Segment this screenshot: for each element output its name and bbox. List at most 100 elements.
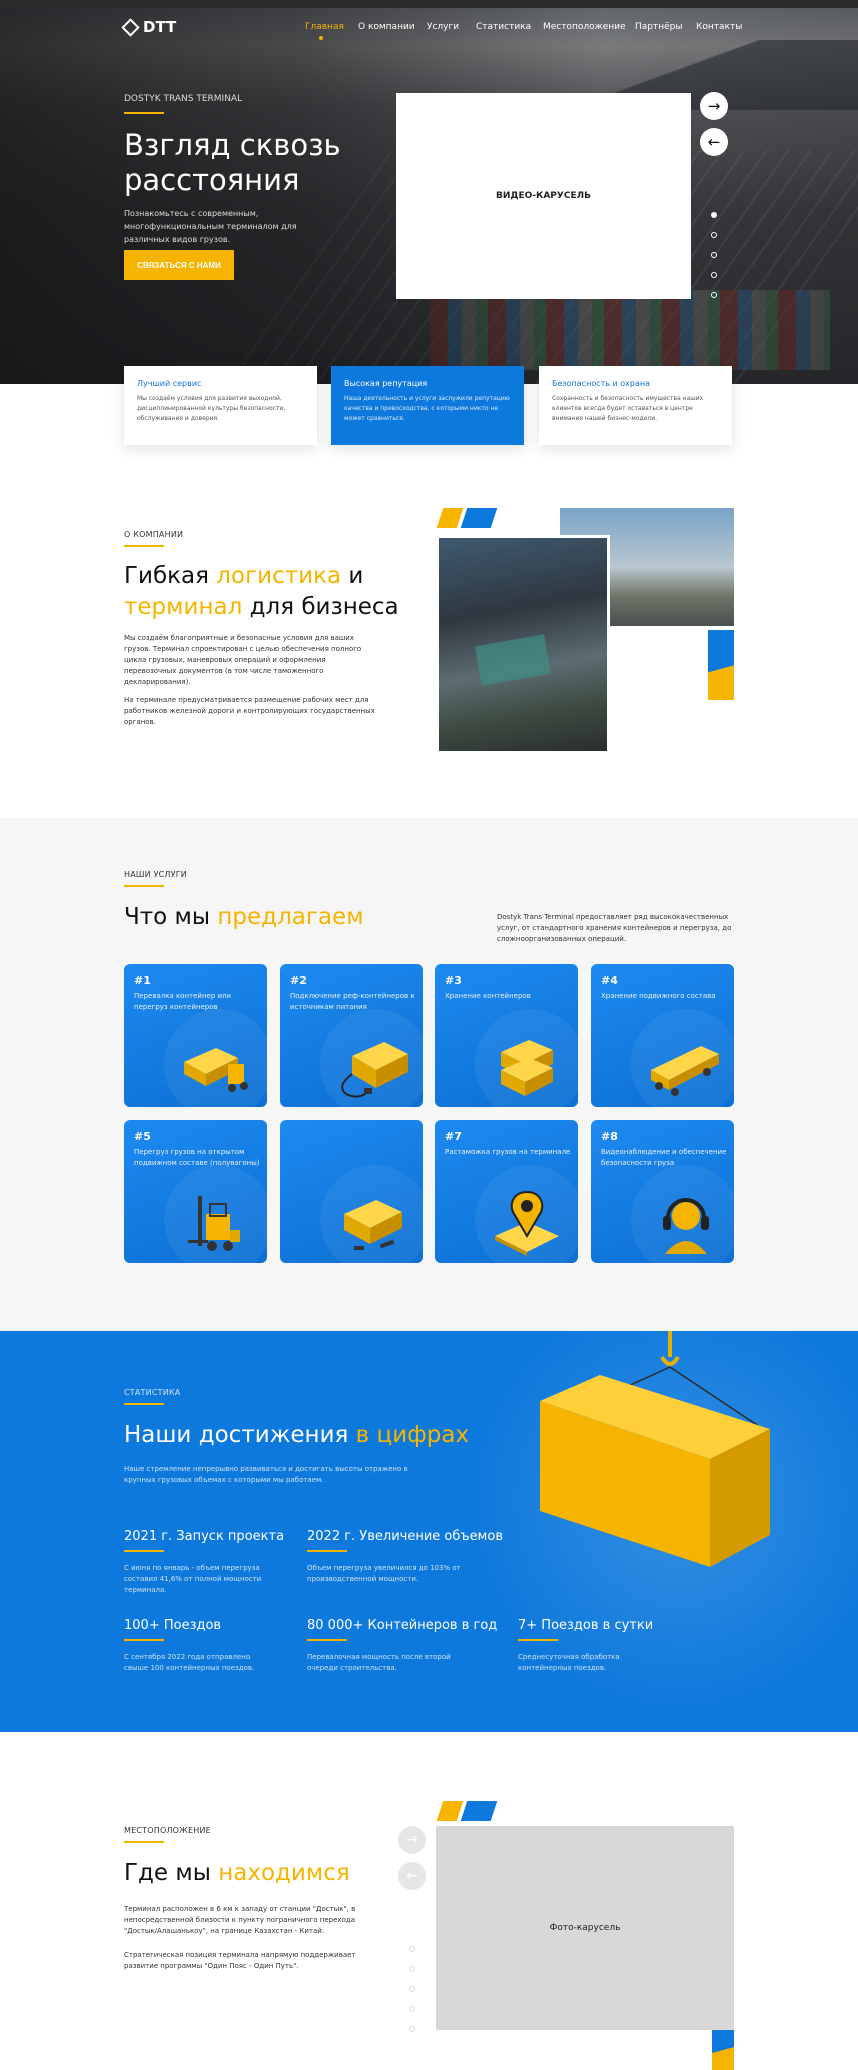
services-title: Что мы предлагаем xyxy=(124,902,444,933)
location-next-button[interactable]: → xyxy=(398,1826,426,1854)
railcar-icon xyxy=(651,1046,719,1096)
service-card-1[interactable]: #1 Перевалка контейнер или перегруз конт… xyxy=(124,964,267,1107)
services-underline xyxy=(124,885,164,887)
crane-container-illustration xyxy=(540,1331,770,1567)
location-pager-dot-3[interactable] xyxy=(409,1986,415,1992)
hero-next-button[interactable]: → xyxy=(700,92,728,120)
arrow-left-icon: ← xyxy=(406,1868,418,1884)
hero-eyebrow: DOSTYK TRANS TERMINAL xyxy=(124,94,243,104)
stat-underline xyxy=(124,1639,164,1641)
nav-about[interactable]: О компании xyxy=(358,22,415,32)
nav-active-dot xyxy=(319,36,323,40)
nav-services[interactable]: Услуги xyxy=(427,22,459,32)
feature-title: Безопасность и охрана xyxy=(552,379,651,388)
nav-partners[interactable]: Партнёры xyxy=(635,22,682,32)
service-title: Хранение подвижного состава xyxy=(601,992,716,1000)
location-prev-button[interactable]: ← xyxy=(398,1862,426,1890)
feature-text: Мы создаём условия для развития выходной… xyxy=(137,395,286,422)
stats-title-accent: в цифрах xyxy=(355,1422,470,1448)
arrow-right-icon: → xyxy=(707,97,721,115)
service-card-6[interactable] xyxy=(280,1120,423,1263)
contact-button[interactable]: СВЯЗАТЬСЯ С НАМИ xyxy=(124,250,234,280)
stat-text: Среднесуточная обработка контейнерных по… xyxy=(518,1653,620,1672)
location-pager-dot-2[interactable] xyxy=(409,1966,415,1972)
service-title: Подключение реф-контейнеров к источникам… xyxy=(290,992,415,1011)
stat-text: Перевалочная мощность после второй очере… xyxy=(307,1653,451,1672)
location-underline xyxy=(124,1841,164,1843)
service-title: Перевалка контейнер или перегруз контейн… xyxy=(134,992,232,1011)
nav-location[interactable]: Местоположение xyxy=(543,22,626,32)
service-card-5[interactable]: #5 Перегруз грузов на открытом подвижном… xyxy=(124,1120,267,1263)
accent-yellow-block xyxy=(436,1801,464,1821)
stat-heading: 80 000+ Контейнеров в год xyxy=(307,1618,498,1633)
location-pager-dot-5[interactable] xyxy=(409,2026,415,2032)
hero-prev-button[interactable]: ← xyxy=(700,128,728,156)
video-carousel[interactable]: ВИДЕО-КАРУСЕЛЬ xyxy=(396,93,691,299)
stat-text: Объем перегруза увеличился до 103% от пр… xyxy=(307,1564,461,1583)
hero-pager-dot-3[interactable] xyxy=(711,252,717,258)
container-tools-icon xyxy=(344,1200,402,1250)
service-number: #4 xyxy=(601,974,618,987)
service-card-8[interactable]: #8 Видеонаблюдение и обеспечение безопас… xyxy=(591,1120,734,1263)
location-paragraph-2: Стратегическая позиция терминала напряму… xyxy=(124,1951,356,1970)
service-title: Видеонаблюдение и обеспечение безопаснос… xyxy=(601,1148,727,1167)
nav-stats[interactable]: Статистика xyxy=(476,22,531,32)
location-pager-dot-4[interactable] xyxy=(409,2006,415,2012)
hero-pager-dot-2[interactable] xyxy=(711,232,717,238)
accent-blue-block xyxy=(460,508,498,528)
service-number: #8 xyxy=(601,1130,618,1143)
stats-description: Наше стремление непрерывно развиваться и… xyxy=(124,1465,408,1484)
about-title-part: для бизнеса xyxy=(242,594,399,620)
headset-icon xyxy=(663,1198,709,1254)
location-title-part: Где мы xyxy=(124,1860,219,1886)
service-card-4[interactable]: #4 Хранение подвижного состава xyxy=(591,964,734,1107)
photo-carousel[interactable]: Фото-карусель xyxy=(436,1826,734,2030)
forklift-container-icon xyxy=(184,1048,248,1092)
location-eyebrow: МЕСТОПОЛОЖЕНИЕ xyxy=(124,1826,211,1835)
arrow-right-icon: → xyxy=(406,1832,418,1848)
stats-title-part: Наши достижения xyxy=(124,1422,356,1448)
video-carousel-label: ВИДЕО-КАРУСЕЛЬ xyxy=(496,191,591,201)
feature-card-reputation: Высокая репутация Наша деятельность и ус… xyxy=(331,366,524,445)
stats-underline xyxy=(124,1403,164,1405)
stats-eyebrow: СТАТИСТИКА xyxy=(124,1388,181,1397)
about-paragraph-2: На терминале предусматривается размещени… xyxy=(124,696,375,726)
location-pin-icon xyxy=(495,1190,559,1256)
service-card-2[interactable]: #2 Подключение реф-контейнеров к источни… xyxy=(280,964,423,1107)
hero-subtitle: Познакомьтесь с современным, многофункци… xyxy=(124,209,297,244)
nav-home[interactable]: Главная xyxy=(305,22,344,32)
hero-pager-dot-5[interactable] xyxy=(711,292,717,298)
location-paragraph-1: Терминал расположен в 6 км к западу от с… xyxy=(124,1905,356,1935)
accent-corner-block xyxy=(708,630,734,700)
hero-eyebrow-underline xyxy=(124,112,164,114)
hero-pager-dot-4[interactable] xyxy=(711,272,717,278)
service-number: #7 xyxy=(445,1130,462,1143)
service-card-3[interactable]: #3 Хранение контейнеров xyxy=(435,964,578,1107)
about-underline xyxy=(124,545,164,547)
about-paragraph-1: Мы создаём благоприятные и безопасные ус… xyxy=(124,634,362,686)
hero-pager-dot-1[interactable] xyxy=(711,212,717,218)
service-title: Хранение контейнеров xyxy=(445,992,531,1000)
feature-card-service: Лучший сервис Мы создаём условия для раз… xyxy=(124,366,317,445)
feature-title: Лучший сервис xyxy=(137,379,202,388)
arrow-left-icon: ← xyxy=(707,133,721,151)
feature-text: Наша деятельность и услуги заслужили реп… xyxy=(344,395,510,422)
stat-heading: 7+ Поездов в сутки xyxy=(518,1618,654,1633)
about-title: Гибкая логистика и терминал для бизнеса xyxy=(124,561,424,623)
services-title-part: Что мы xyxy=(124,904,218,930)
service-card-7[interactable]: #7 Растаможка грузов на терминале xyxy=(435,1120,578,1263)
services-title-accent: предлагаем xyxy=(217,904,364,930)
about-eyebrow: О КОМПАНИИ xyxy=(124,530,184,539)
nav-contacts[interactable]: Контакты xyxy=(696,22,742,32)
stat-underline xyxy=(307,1550,347,1552)
stat-text: С июня по январь - объем перегруза соста… xyxy=(124,1564,262,1594)
location-pager-dot-1[interactable] xyxy=(409,1946,415,1952)
container-stack-icon xyxy=(501,1040,553,1096)
service-number: #5 xyxy=(134,1130,151,1143)
stat-underline xyxy=(518,1639,558,1641)
stat-underline xyxy=(124,1550,164,1552)
stat-heading: 100+ Поездов xyxy=(124,1618,222,1633)
main-nav: Главная О компании Услуги Статистика Мес… xyxy=(0,0,858,40)
stat-text: С сентября 2022 года отправлено свыше 10… xyxy=(124,1653,255,1672)
about-title-accent: терминал xyxy=(124,594,243,620)
